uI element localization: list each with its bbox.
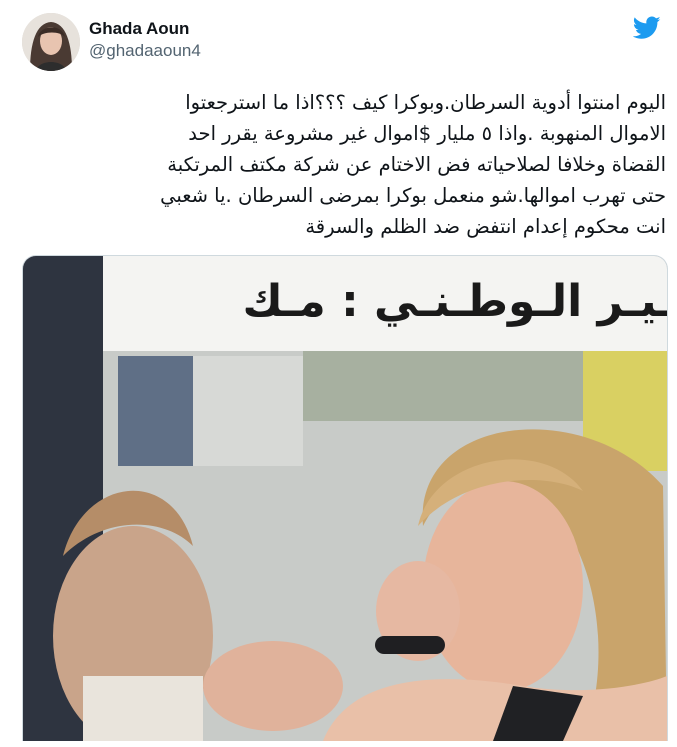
avatar[interactable] — [22, 13, 80, 71]
tweet-text-line: حتى تهرب اموالها.شو منعمل بوكرا بمرضى ال… — [160, 184, 666, 207]
tweet-header: Ghada Aoun @ghadaaoun4 — [22, 13, 661, 75]
twitter-bird-icon[interactable] — [632, 16, 661, 40]
tweet-card: Ghada Aoun @ghadaaoun4 اليوم امنتوا أدوي… — [0, 0, 677, 747]
tweet-text-line: اليوم امنتوا أدوية السرطان.وبوكرا كيف ؟؟… — [185, 91, 666, 114]
tweet-text-line: الاموال المنهوبة .واذا ٥ مليار $اموال غي… — [188, 122, 666, 145]
tweet-text-line: انت محكوم إعدام انتفض ضد الظلم والسرقة — [305, 215, 666, 238]
author-display-name[interactable]: Ghada Aoun — [89, 19, 201, 39]
photo-banner-text: ـيـر الـوطـنـي : مـك — [242, 276, 668, 327]
twitter-bird-icon-svg — [632, 16, 661, 39]
author-handle[interactable]: @ghadaaoun4 — [89, 39, 201, 63]
avatar-image — [22, 13, 80, 71]
tweet-text-line: القضاة وخلافا لصلاحياته فض الاختام عن شر… — [167, 153, 666, 176]
tweet-media-photo[interactable]: ـيـر الـوطـنـي : مـك — [22, 255, 668, 741]
tweet-text: اليوم امنتوا أدوية السرطان.وبوكرا كيف ؟؟… — [22, 87, 666, 242]
author-names: Ghada Aoun @ghadaaoun4 — [89, 19, 201, 63]
